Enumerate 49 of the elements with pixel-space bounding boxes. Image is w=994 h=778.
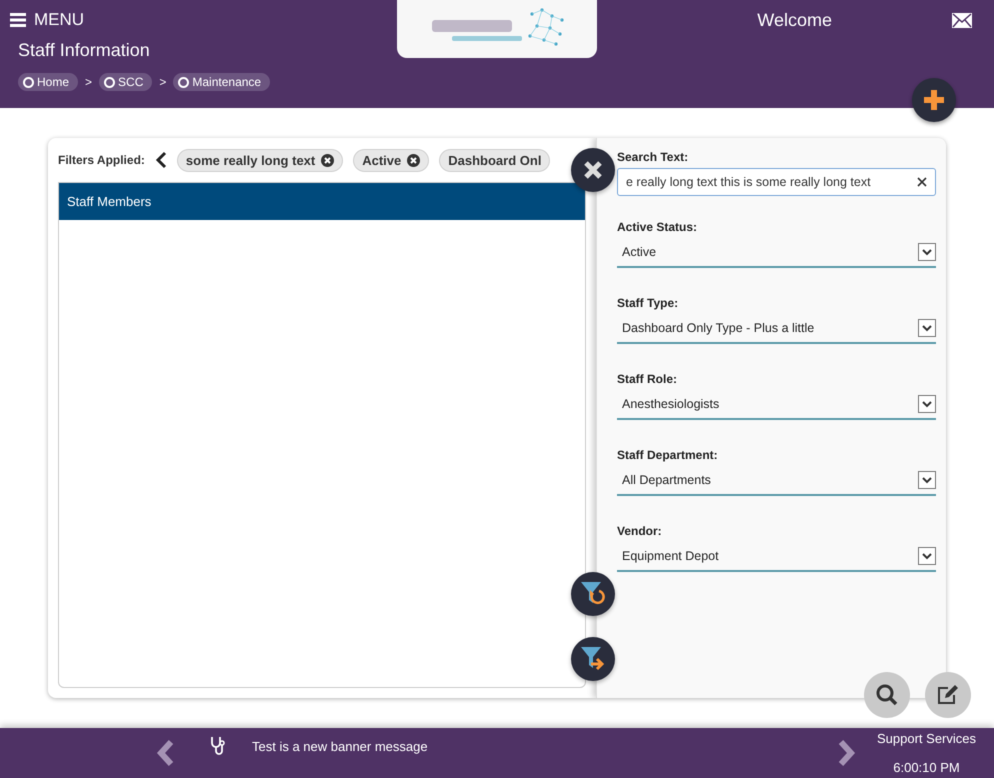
table-header: Staff Members: [59, 183, 585, 220]
caret-icon: [918, 547, 936, 565]
edit-button[interactable]: [925, 672, 971, 718]
clear-icon[interactable]: [917, 177, 927, 187]
caret-icon: [918, 243, 936, 261]
funnel-arrow-icon: [580, 646, 606, 672]
page-title: Staff Information: [18, 40, 151, 61]
dropdown-field[interactable]: Equipment Depot: [617, 542, 936, 572]
field-label: Staff Department:: [617, 448, 719, 462]
clock-time: 6:00:10 PM: [893, 760, 960, 775]
dropdown-field[interactable]: All Departments: [617, 466, 936, 496]
dropdown-field[interactable]: Active: [617, 238, 936, 268]
mail-icon[interactable]: [952, 13, 972, 28]
caret-icon: [918, 471, 936, 489]
dropdown-field[interactable]: Anesthesiologists: [617, 390, 936, 420]
close-icon: [584, 161, 602, 179]
caret-icon: [918, 319, 936, 337]
chevron-left-icon[interactable]: [154, 151, 167, 169]
filter-chip[interactable]: Active: [353, 148, 430, 172]
add-button[interactable]: [912, 78, 956, 122]
breadcrumb-separator: >: [85, 75, 92, 89]
filters-applied-label: Filters Applied:: [58, 153, 145, 167]
menu-icon[interactable]: [10, 13, 26, 27]
edit-icon: [936, 684, 960, 706]
welcome-text: Welcome: [757, 10, 832, 31]
search-field[interactable]: e really long text this is some really long text: [617, 168, 936, 196]
filter-chip[interactable]: Dashboard Onl: [439, 148, 550, 172]
field-label: Search Text:: [617, 150, 690, 164]
field-label: Vendor:: [617, 524, 663, 538]
breadcrumb-link[interactable]: SCC: [99, 73, 152, 91]
field-label: Staff Type:: [617, 296, 680, 310]
remove-icon[interactable]: [321, 154, 334, 166]
filter-chip[interactable]: some really long text: [176, 148, 344, 172]
field-label: Staff Role:: [617, 372, 678, 386]
field-label: Active Status:: [617, 220, 698, 234]
funnel-undo-icon: [580, 581, 606, 607]
banner-message: Test is a new banner message: [252, 738, 428, 754]
breadcrumb-link[interactable]: Home: [18, 73, 78, 91]
breadcrumb-link[interactable]: Maintenance: [173, 73, 270, 91]
plus-icon: [924, 90, 944, 110]
dropdown-field[interactable]: Dashboard Only Type - Plus a little: [617, 314, 936, 344]
search-icon: [876, 684, 898, 706]
caret-icon: [918, 395, 936, 413]
menu-label[interactable]: MENU: [34, 10, 84, 30]
search-button[interactable]: [864, 672, 910, 718]
remove-icon[interactable]: [407, 154, 420, 166]
chevron-right-icon[interactable]: [837, 739, 857, 767]
breadcrumb-separator: >: [159, 75, 166, 89]
support-services-label: Support Services: [877, 731, 976, 746]
